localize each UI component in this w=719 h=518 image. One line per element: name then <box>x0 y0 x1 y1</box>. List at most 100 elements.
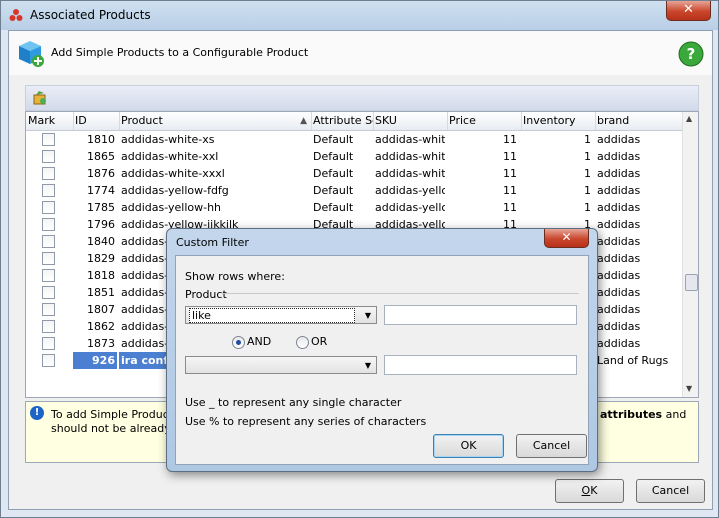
dialog-body: Show rows where: Product like ▼ AND OR ▼… <box>175 255 589 465</box>
row-mark-checkbox[interactable] <box>42 235 55 248</box>
custom-filter-dialog: Custom Filter ✕ Show rows where: Product… <box>166 228 598 472</box>
row-mark-checkbox[interactable] <box>42 150 55 163</box>
grid-header: Mark ID Product ▲ Attribute Se SKU Price … <box>26 112 682 131</box>
row-mark-checkbox[interactable] <box>42 286 55 299</box>
cell-id: 1873 <box>87 337 115 350</box>
cell-id: 1774 <box>87 184 115 197</box>
cell-id: 1876 <box>87 167 115 180</box>
cell-brand: addidas <box>597 337 641 350</box>
field-name-label: Product <box>185 288 227 301</box>
scroll-up-icon[interactable]: ▲ <box>686 114 692 123</box>
dropdown-arrow-icon-2: ▼ <box>364 361 371 370</box>
dialog-close-button[interactable]: ✕ <box>544 229 589 248</box>
cell-sku: addidas-white- <box>375 133 445 146</box>
cell-id: 1807 <box>87 303 115 316</box>
cell-price: 11 <box>503 133 517 146</box>
operator2-select[interactable]: ▼ <box>185 356 377 374</box>
cell-id: 1810 <box>87 133 115 146</box>
table-row[interactable]: 1810 addidas-white-xs Default addidas-white… <box>26 131 682 148</box>
cell-product: addidas-white-xxxl <box>121 167 225 180</box>
column-price[interactable]: Price <box>447 112 522 130</box>
cell-price: 11 <box>503 201 517 214</box>
value1-input[interactable] <box>384 305 577 325</box>
title-bar[interactable]: Associated Products ✕ <box>1 1 718 30</box>
cell-brand: addidas <box>597 235 641 248</box>
header: Add Simple Products to a Configurable Pr… <box>9 31 712 75</box>
row-mark-checkbox[interactable] <box>42 303 55 316</box>
cube-add-icon <box>19 41 44 67</box>
cell-id: 1785 <box>87 201 115 214</box>
cell-inv: 1 <box>584 133 591 146</box>
row-mark-checkbox[interactable] <box>42 252 55 265</box>
value2-input[interactable] <box>384 355 577 375</box>
cell-sku: addidas-white- <box>375 167 445 180</box>
window-close-button[interactable]: ✕ <box>666 1 711 21</box>
vertical-scrollbar[interactable]: ▲ ▼ <box>682 112 698 397</box>
and-radio[interactable] <box>232 336 245 349</box>
cell-inv: 1 <box>584 184 591 197</box>
info-and: and <box>662 408 687 421</box>
show-rows-label: Show rows where: <box>185 270 285 283</box>
dialog-cancel-button[interactable]: Cancel <box>516 434 587 458</box>
ok-button[interactable]: OK <box>555 479 624 503</box>
row-mark-checkbox[interactable] <box>42 218 55 231</box>
cell-product: addidas-yellow-fdfg <box>121 184 229 197</box>
cell-attr: Default <box>313 167 354 180</box>
cell-brand: addidas <box>597 269 641 282</box>
ok-rest: K <box>590 484 598 497</box>
column-id[interactable]: ID <box>73 112 120 130</box>
cell-sku: addidas-yellow <box>375 201 445 214</box>
column-brand[interactable]: brand <box>595 112 683 130</box>
cell-id: 1862 <box>87 320 115 333</box>
svg-text:?: ? <box>687 45 696 63</box>
row-mark-checkbox[interactable] <box>42 167 55 180</box>
row-mark-checkbox[interactable] <box>42 201 55 214</box>
or-label: OR <box>311 335 328 348</box>
scroll-down-icon[interactable]: ▼ <box>686 384 692 393</box>
cell-id: 1796 <box>87 218 115 231</box>
table-row[interactable]: 1876 addidas-white-xxxl Default addidas-whi… <box>26 165 682 182</box>
row-mark-checkbox[interactable] <box>42 337 55 350</box>
table-row[interactable]: 1785 addidas-yellow-hh Default addidas-yell… <box>26 199 682 216</box>
operator1-select[interactable]: like ▼ <box>185 306 377 324</box>
cell-brand: addidas <box>597 303 641 316</box>
row-mark-checkbox[interactable] <box>42 184 55 197</box>
table-row[interactable]: 1865 addidas-white-xxl Default addidas-whit… <box>26 148 682 165</box>
table-row[interactable]: 1774 addidas-yellow-fdfg Default addidas-ye… <box>26 182 682 199</box>
or-radio[interactable] <box>296 336 309 349</box>
row-mark-checkbox[interactable] <box>42 133 55 146</box>
cell-attr: Default <box>313 150 354 163</box>
column-product[interactable]: Product ▲ <box>119 112 312 130</box>
help-icon[interactable]: ? <box>677 40 705 68</box>
hint-single-char: Use _ to represent any single character <box>185 396 402 409</box>
scrollbar-thumb[interactable] <box>685 274 698 291</box>
cell-sku: addidas-white- <box>375 150 445 163</box>
cell-brand: addidas <box>597 201 641 214</box>
row-mark-checkbox[interactable] <box>42 320 55 333</box>
cell-attr: Default <box>313 133 354 146</box>
cell-id: 1818 <box>87 269 115 282</box>
field-divider <box>222 293 579 294</box>
cell-brand: addidas <box>597 184 641 197</box>
info-icon: ! <box>30 406 44 420</box>
column-mark[interactable]: Mark <box>26 112 74 130</box>
row-mark-checkbox[interactable] <box>42 269 55 282</box>
info-text-right: attributes and <box>600 408 686 421</box>
cell-id: 926 <box>73 352 117 369</box>
dropdown-arrow-icon: ▼ <box>364 311 371 320</box>
dialog-ok-button[interactable]: OK <box>433 434 504 458</box>
window-title: Associated Products <box>30 8 151 22</box>
cell-product: addidas-white-xs <box>121 133 215 146</box>
column-inventory[interactable]: Inventory <box>521 112 596 130</box>
column-attribute-set[interactable]: Attribute Se <box>311 112 374 130</box>
row-mark-checkbox[interactable] <box>42 354 55 367</box>
cell-id: 1829 <box>87 252 115 265</box>
cell-brand: Land of Rugs <box>597 354 669 367</box>
cell-id: 1865 <box>87 150 115 163</box>
filter-tool-icon[interactable] <box>32 90 48 106</box>
cell-brand: addidas <box>597 167 641 180</box>
cell-attr: Default <box>313 201 354 214</box>
cancel-button[interactable]: Cancel <box>636 479 705 503</box>
ok-hotkey: O <box>581 484 591 497</box>
column-sku[interactable]: SKU <box>373 112 448 130</box>
